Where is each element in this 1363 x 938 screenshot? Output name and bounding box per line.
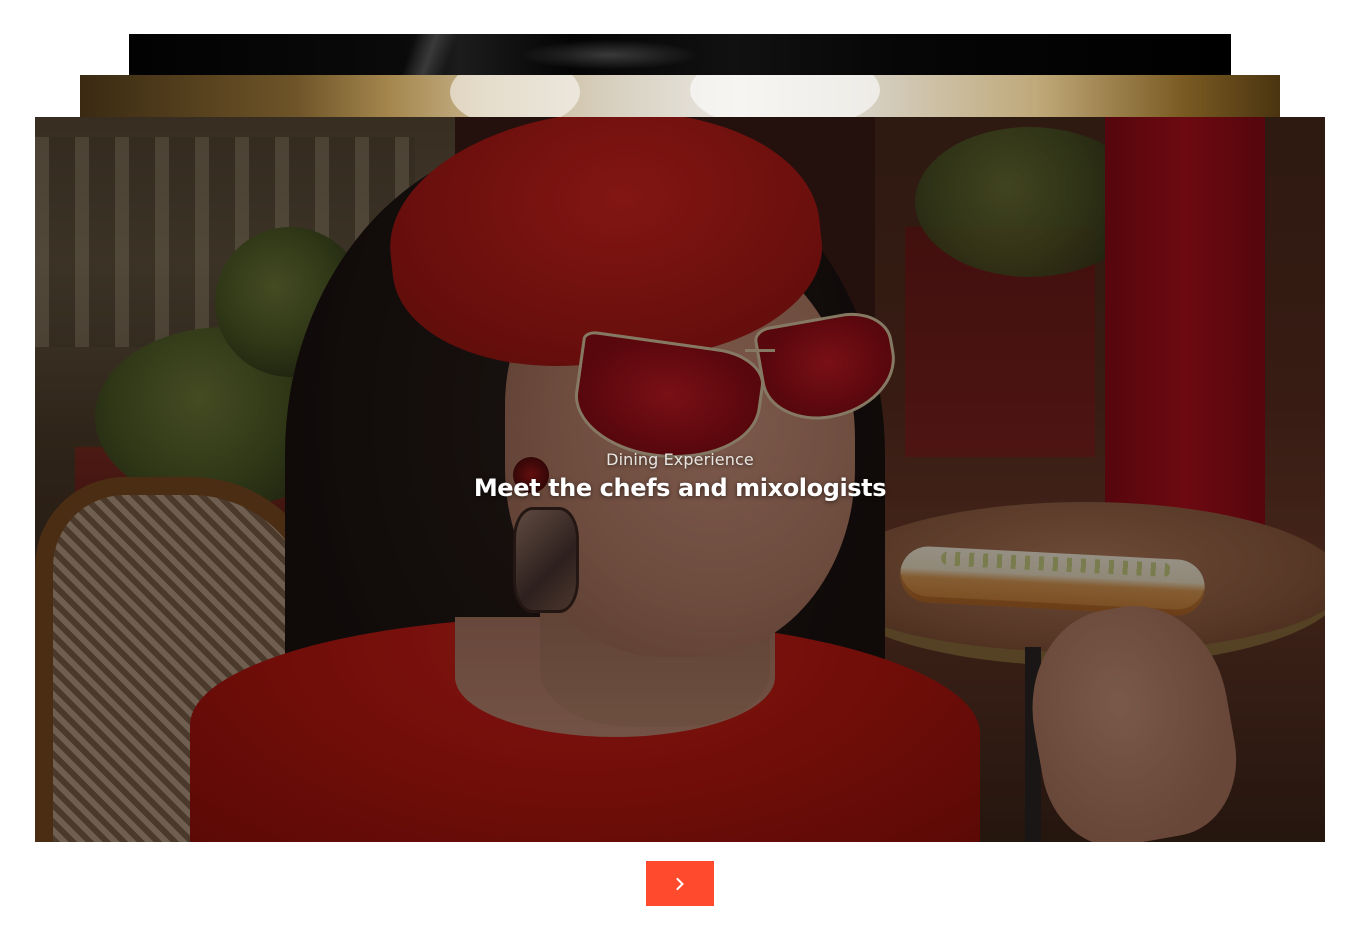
slide-image-detail (399, 34, 469, 75)
slide-eyebrow: Dining Experience (606, 450, 754, 469)
stacked-slide-middle[interactable] (80, 75, 1280, 117)
active-slide[interactable]: Dining Experience Meet the chefs and mix… (35, 117, 1325, 842)
slide-image-detail (519, 40, 699, 70)
slide-image-detail (450, 75, 580, 117)
stacked-slide-back[interactable] (129, 34, 1231, 75)
slide-image-detail (690, 75, 880, 117)
card-stack-slider: Dining Experience Meet the chefs and mix… (0, 0, 1363, 938)
chevron-right-icon (674, 877, 686, 891)
next-slide-button[interactable] (646, 861, 714, 906)
slide-headline[interactable]: Meet the chefs and mixologists (35, 474, 1325, 502)
